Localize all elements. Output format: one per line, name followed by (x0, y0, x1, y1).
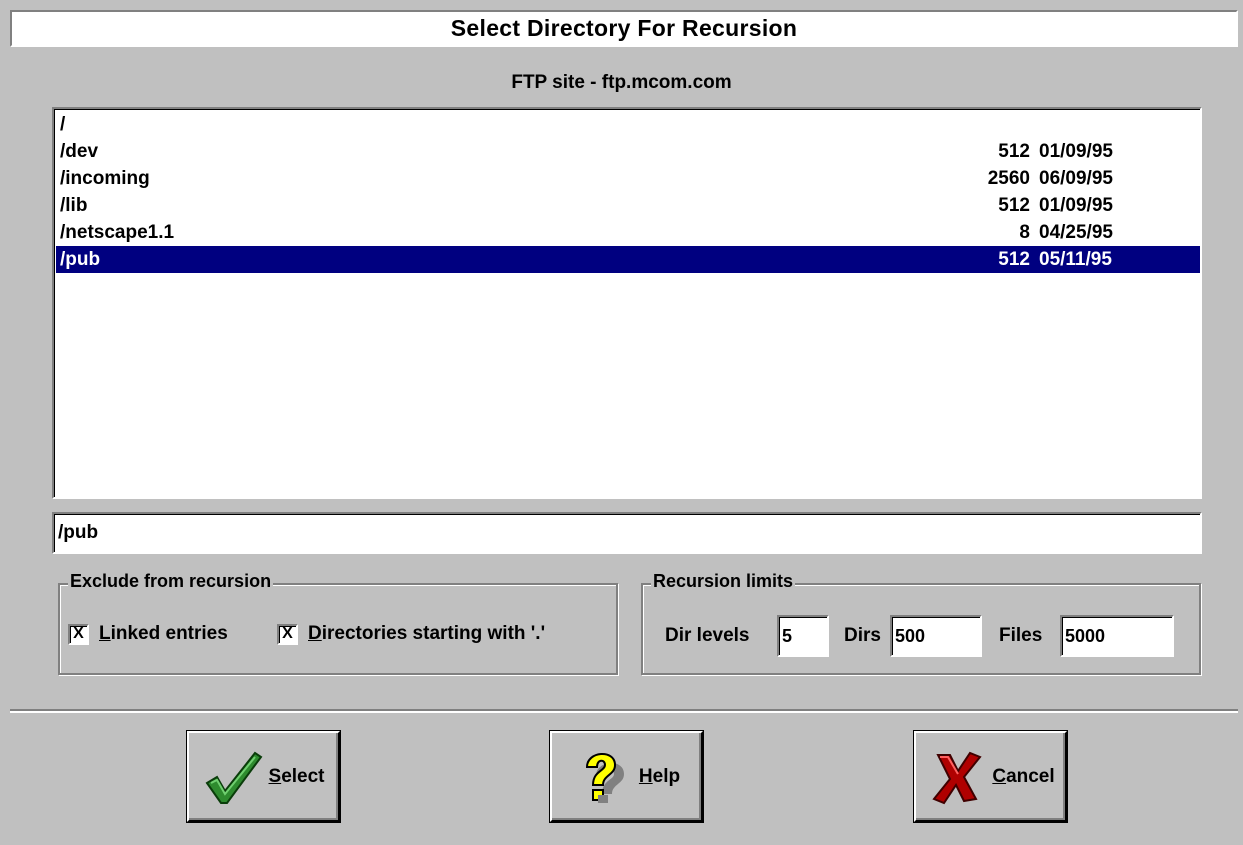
divider (10, 709, 1238, 713)
list-item[interactable]: / (56, 111, 1200, 138)
dir-date: 05/11/95 (1039, 249, 1112, 270)
dir-name: /lib (60, 195, 88, 216)
dir-size: 2560 (987, 168, 1030, 189)
dir-name: /pub (60, 249, 101, 270)
dir-name: /incoming (60, 168, 150, 189)
dir-name: /dev (60, 141, 99, 162)
list-item-selected[interactable]: /pub 512 05/11/95 (56, 246, 1200, 273)
question-mark-icon (585, 752, 624, 803)
dialog-title: Select Directory For Recursion (10, 10, 1238, 47)
x-mark-icon (932, 751, 982, 804)
dir-levels-label: Dir levels (665, 625, 750, 646)
directory-list[interactable]: / /dev 512 01/09/95 /incoming 2560 06/09… (52, 107, 1202, 499)
linked-entries-checkbox[interactable]: X Linked entries (68, 623, 228, 645)
dir-size: 512 (998, 195, 1030, 216)
files-input[interactable]: 5000 (1060, 615, 1174, 657)
select-label: Select (268, 765, 325, 787)
dirs-input[interactable]: 500 (890, 615, 982, 657)
dir-date: 06/09/95 (1039, 168, 1113, 189)
dirs-label: Dirs (844, 625, 881, 646)
list-item[interactable]: /netscape1.1 8 04/25/95 (56, 219, 1200, 246)
files-label: Files (999, 625, 1043, 646)
dir-name: /netscape1.1 (60, 222, 175, 243)
dir-name: / (60, 114, 66, 135)
list-item[interactable]: /dev 512 01/09/95 (56, 138, 1200, 165)
checkbox-box[interactable]: X (277, 623, 298, 645)
dir-size: 8 (1019, 222, 1030, 243)
checkbox-box[interactable]: X (68, 623, 89, 645)
recursion-limits-group: Recursion limits Dir levels 5 Dirs 500 F… (641, 571, 1201, 675)
cancel-label: Cancel (992, 765, 1055, 787)
exclude-group: Exclude from recursion X Linked entries … (58, 571, 618, 675)
exclude-group-label: Exclude from recursion (68, 571, 274, 592)
ftp-site-label: FTP site - ftp.mcom.com (511, 72, 732, 93)
list-item[interactable]: /incoming 2560 06/09/95 (56, 165, 1200, 192)
recursion-limits-label: Recursion limits (651, 571, 796, 592)
cancel-button[interactable]: Cancel (914, 731, 1067, 822)
checkbox-label: Linked entries (99, 623, 228, 644)
dir-levels-input[interactable]: 5 (777, 615, 829, 657)
dot-directories-checkbox[interactable]: X Directories starting with '.' (277, 623, 545, 645)
dir-date: 01/09/95 (1039, 141, 1113, 162)
help-label: Help (638, 765, 681, 787)
selected-path-field[interactable]: /pub (52, 512, 1202, 554)
list-item[interactable]: /lib 512 01/09/95 (56, 192, 1200, 219)
dir-size: 512 (998, 249, 1030, 270)
dir-date: 01/09/95 (1039, 195, 1113, 216)
checkmark-icon (205, 751, 262, 804)
dir-date: 04/25/95 (1039, 222, 1113, 243)
checkbox-label: Directories starting with '.' (308, 623, 546, 644)
help-button[interactable]: Help (550, 731, 703, 822)
select-button[interactable]: Select (187, 731, 340, 822)
dir-size: 512 (998, 141, 1030, 162)
